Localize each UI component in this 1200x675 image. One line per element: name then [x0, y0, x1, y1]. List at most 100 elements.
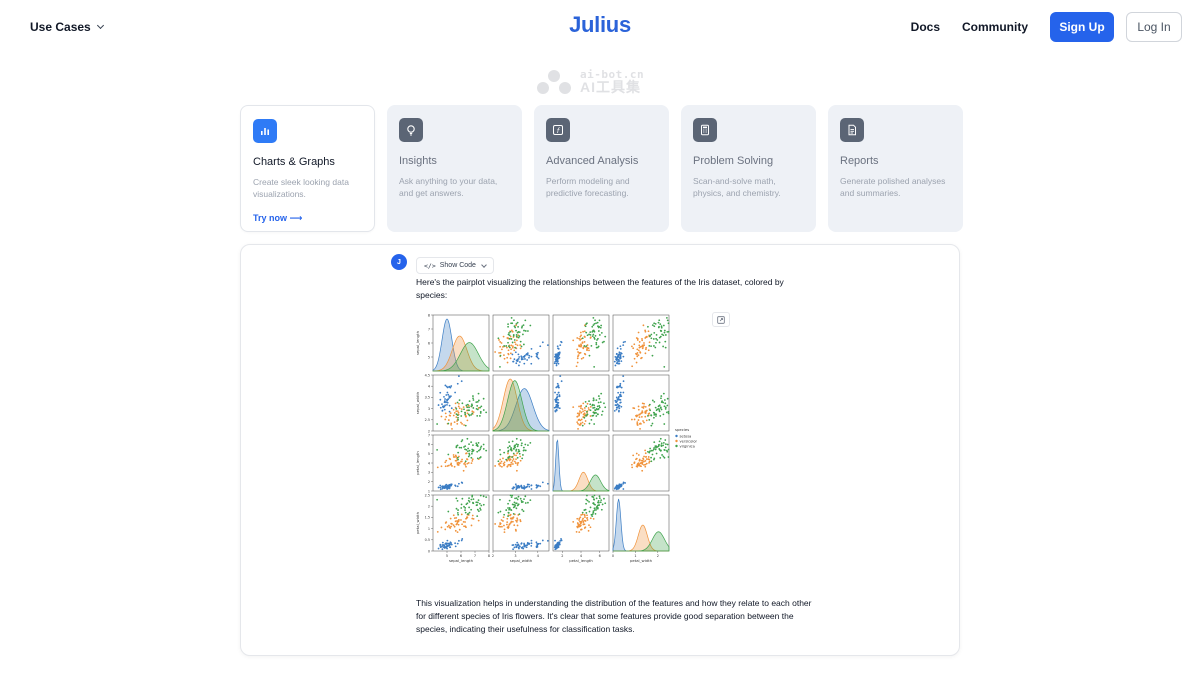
scatter-point-virginica	[476, 501, 479, 504]
scatter-point-versicolor	[589, 526, 592, 529]
scatter-point-virginica	[591, 330, 594, 333]
scatter-point-virginica	[664, 340, 667, 343]
scatter-point-versicolor	[589, 517, 592, 520]
scatter-point-virginica	[522, 333, 524, 336]
scatter-point-setosa	[620, 395, 623, 398]
scatter-point-virginica	[663, 365, 666, 368]
scatter-point-setosa	[615, 353, 618, 355]
scatter-point-setosa	[454, 485, 457, 487]
scatter-point-versicolor	[453, 411, 456, 414]
scatter-point-versicolor	[583, 412, 586, 415]
scatter-point-virginica	[604, 502, 607, 505]
scatter-point-virginica	[472, 407, 475, 409]
signup-button[interactable]: Sign Up	[1050, 12, 1114, 42]
scatter-point-virginica	[657, 326, 660, 329]
community-link[interactable]: Community	[962, 20, 1028, 34]
card-problem-solving[interactable]: Problem Solving Scan-and-solve math, phy…	[681, 105, 816, 232]
scatter-point-versicolor	[452, 514, 455, 517]
scatter-point-virginica	[655, 415, 657, 417]
scatter-point-versicolor	[449, 412, 452, 415]
scatter-point-setosa	[558, 395, 561, 398]
scatter-point-virginica	[510, 496, 513, 499]
scatter-point-setosa	[619, 399, 622, 401]
scatter-point-virginica	[471, 450, 474, 453]
scatter-point-virginica	[518, 452, 521, 455]
scatter-point-versicolor	[450, 424, 452, 426]
scatter-point-versicolor	[578, 344, 580, 347]
scatter-point-versicolor	[440, 415, 443, 418]
login-button[interactable]: Log In	[1126, 12, 1182, 42]
scatter-point-virginica	[510, 338, 513, 340]
scatter-point-virginica	[663, 449, 666, 452]
scatter-point-virginica	[603, 497, 605, 500]
scatter-point-setosa	[456, 382, 459, 385]
scatter-point-virginica	[662, 413, 665, 416]
scatter-point-setosa	[620, 484, 623, 486]
scatter-point-versicolor	[644, 452, 647, 455]
expand-image-button[interactable]	[712, 312, 730, 327]
scatter-point-virginica	[522, 343, 525, 346]
scatter-point-versicolor	[445, 521, 448, 524]
scatter-point-virginica	[650, 414, 653, 417]
try-now-link[interactable]: Try now ⟶	[253, 213, 362, 224]
scatter-point-versicolor	[638, 344, 641, 347]
card-advanced-analysis[interactable]: f Advanced Analysis Perform modeling and…	[534, 105, 669, 232]
card-reports[interactable]: Reports Generate polished analyses and s…	[828, 105, 963, 232]
scatter-point-virginica	[456, 512, 459, 514]
scatter-point-versicolor	[436, 530, 439, 533]
scatter-point-virginica	[480, 504, 483, 507]
card-insights[interactable]: Insights Ask anything to your data, and …	[387, 105, 522, 232]
scatter-point-versicolor	[511, 346, 514, 349]
scatter-point-virginica	[455, 507, 458, 510]
scatter-point-setosa	[613, 360, 616, 363]
scatter-point-versicolor	[642, 458, 645, 461]
scatter-point-virginica	[476, 445, 479, 447]
scatter-point-versicolor	[644, 337, 647, 339]
scatter-point-setosa	[559, 344, 562, 346]
scatter-point-versicolor	[454, 459, 457, 462]
scatter-point-setosa	[557, 543, 559, 545]
scatter-point-virginica	[595, 343, 598, 346]
scatter-point-virginica	[497, 511, 500, 514]
show-code-button[interactable]: </> Show Code	[416, 257, 494, 274]
scatter-point-virginica	[667, 322, 670, 325]
scatter-point-virginica	[472, 502, 474, 504]
scatter-point-virginica	[517, 330, 520, 333]
scatter-point-virginica	[479, 447, 482, 449]
scatter-point-versicolor	[507, 452, 509, 455]
scatter-point-virginica	[468, 506, 471, 509]
y-tick-label: 3	[428, 471, 430, 475]
scatter-point-setosa	[526, 544, 529, 547]
use-cases-menu[interactable]: Use Cases	[30, 20, 104, 34]
scatter-point-versicolor	[514, 528, 517, 531]
scatter-point-versicolor	[576, 421, 579, 423]
scatter-point-setosa	[555, 386, 558, 389]
scatter-point-virginica	[464, 411, 466, 414]
scatter-point-versicolor	[578, 412, 581, 415]
scatter-point-virginica	[515, 507, 518, 510]
scatter-point-virginica	[482, 409, 485, 411]
scatter-point-versicolor	[512, 463, 514, 465]
scatter-point-virginica	[520, 442, 523, 445]
docs-link[interactable]: Docs	[911, 20, 940, 34]
scatter-point-versicolor	[464, 525, 467, 528]
scatter-point-setosa	[617, 395, 620, 398]
y-tick-label: 1	[428, 527, 430, 531]
scatter-point-setosa	[622, 488, 625, 490]
scatter-point-virginica	[658, 448, 661, 450]
scatter-point-versicolor	[465, 465, 467, 468]
scatter-point-versicolor	[644, 449, 647, 452]
scatter-point-virginica	[600, 392, 603, 395]
scatter-point-setosa	[541, 481, 544, 484]
card-charts-graphs[interactable]: Charts & Graphs Create sleek looking dat…	[240, 105, 375, 232]
scatter-point-setosa	[514, 351, 517, 354]
scatter-point-virginica	[477, 510, 480, 513]
scatter-point-versicolor	[582, 410, 584, 413]
scatter-point-versicolor	[582, 347, 585, 350]
scatter-point-versicolor	[457, 464, 460, 466]
scatter-point-versicolor	[471, 514, 474, 517]
scatter-point-virginica	[588, 501, 590, 503]
scatter-point-versicolor	[471, 458, 474, 461]
scatter-point-virginica	[655, 333, 658, 336]
scatter-point-virginica	[470, 498, 473, 501]
